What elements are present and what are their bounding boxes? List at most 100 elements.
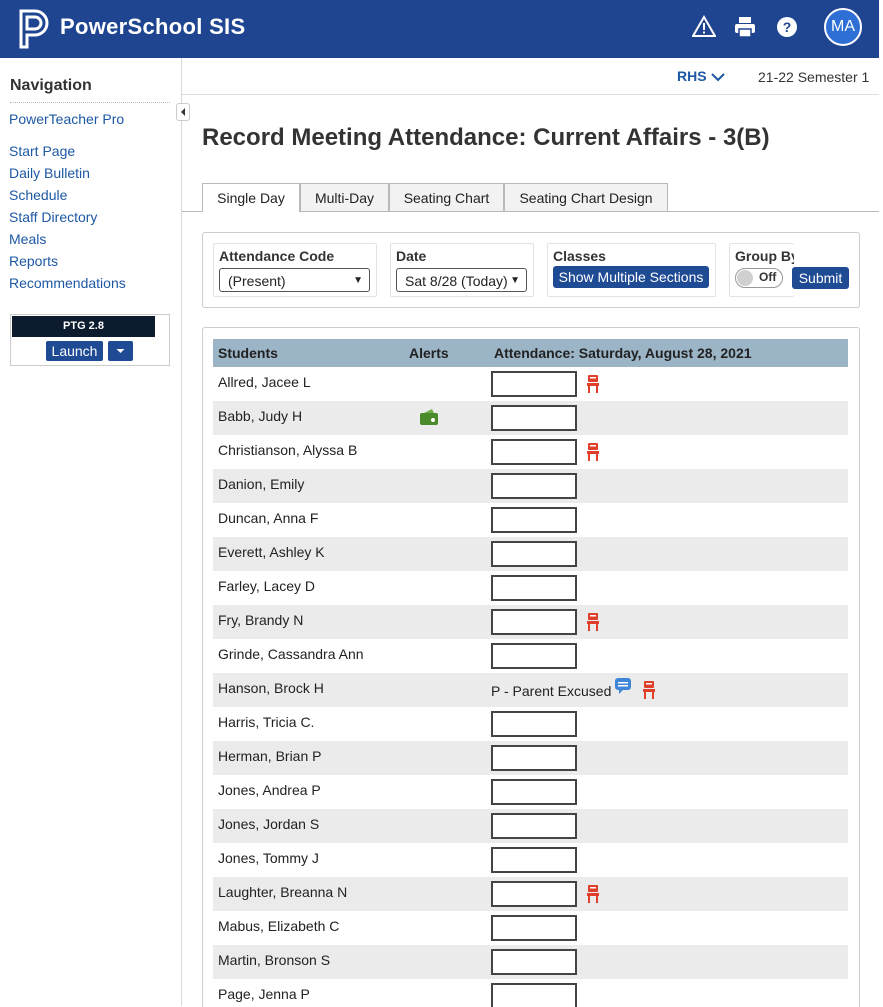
- student-name[interactable]: Grinde, Cassandra Ann: [218, 646, 364, 662]
- nav-link-powerteacher-pro[interactable]: PowerTeacher Pro: [9, 111, 124, 127]
- tab-seating-chart[interactable]: Seating Chart: [389, 183, 504, 211]
- term-label[interactable]: 21-22 Semester 1: [758, 69, 869, 85]
- attendance-code-group: Attendance Code (Present) ▼: [213, 243, 377, 297]
- ptg-title: PTG 2.8: [12, 316, 155, 337]
- student-name[interactable]: Fry, Brandy N: [218, 612, 303, 628]
- nav-link-meals[interactable]: Meals: [9, 231, 46, 247]
- attendance-input[interactable]: [491, 643, 577, 669]
- toggle-knob: [737, 270, 753, 286]
- attendance-input[interactable]: [491, 949, 577, 975]
- school-selector[interactable]: RHS: [677, 68, 726, 84]
- medical-alert-icon[interactable]: [420, 409, 438, 425]
- student-name[interactable]: Page, Jenna P: [218, 986, 310, 1002]
- attendance-input[interactable]: [491, 745, 577, 771]
- table-row: Jones, Andrea P: [213, 775, 848, 809]
- student-name[interactable]: Laughter, Breanna N: [218, 884, 347, 900]
- nav-link-daily-bulletin[interactable]: Daily Bulletin: [9, 165, 90, 181]
- attendance-input[interactable]: [491, 779, 577, 805]
- student-name[interactable]: Herman, Brian P: [218, 748, 321, 764]
- seating-chart-icon[interactable]: [586, 374, 600, 394]
- group-by-toggle[interactable]: Off: [735, 268, 783, 288]
- date-label: Date: [396, 248, 427, 264]
- student-name[interactable]: Hanson, Brock H: [218, 680, 324, 696]
- table-row: Herman, Brian P: [213, 741, 848, 775]
- tab-seating-chart-design[interactable]: Seating Chart Design: [504, 183, 668, 211]
- date-select[interactable]: Sat 8/28 (Today) ▼: [396, 268, 527, 292]
- table-row: Laughter, Breanna N: [213, 877, 848, 911]
- student-name[interactable]: Everett, Ashley K: [218, 544, 325, 560]
- attendance-input[interactable]: [491, 541, 577, 567]
- attendance-input[interactable]: [491, 439, 577, 465]
- nav-link-staff-directory[interactable]: Staff Directory: [9, 209, 97, 225]
- ptg-dropdown-button[interactable]: [108, 341, 133, 361]
- student-name[interactable]: Jones, Tommy J: [218, 850, 319, 866]
- attendance-input[interactable]: [491, 371, 577, 397]
- attendance-input[interactable]: [491, 575, 577, 601]
- nav-link-start-page[interactable]: Start Page: [9, 143, 75, 159]
- attendance-table: Students Alerts Attendance: Saturday, Au…: [202, 327, 860, 1007]
- student-name[interactable]: Jones, Jordan S: [218, 816, 319, 832]
- comment-icon[interactable]: [615, 678, 631, 694]
- nav-link-recommendations[interactable]: Recommendations: [9, 275, 126, 291]
- attendance-input[interactable]: [491, 983, 577, 1007]
- submit-button[interactable]: Submit: [792, 267, 849, 289]
- print-icon[interactable]: [733, 15, 757, 39]
- student-name[interactable]: Martin, Bronson S: [218, 952, 330, 968]
- table-row: Christianson, Alyssa B: [213, 435, 848, 469]
- column-header-students[interactable]: Students: [218, 345, 278, 361]
- attendance-code-select[interactable]: (Present) ▼: [219, 268, 370, 292]
- table-row: Fry, Brandy N: [213, 605, 848, 639]
- nav-link-schedule[interactable]: Schedule: [9, 187, 67, 203]
- student-name[interactable]: Jones, Andrea P: [218, 782, 321, 798]
- student-name[interactable]: Allred, Jacee L: [218, 374, 311, 390]
- ptg-launch-button[interactable]: Launch: [46, 341, 103, 361]
- student-name[interactable]: Mabus, Elizabeth C: [218, 918, 339, 934]
- attendance-code-text[interactable]: P - Parent Excused: [491, 683, 611, 699]
- table-row: Mabus, Elizabeth C: [213, 911, 848, 945]
- attendance-input[interactable]: [491, 609, 577, 635]
- sidebar: Navigation PowerTeacher Pro Start Page D…: [0, 58, 182, 1006]
- table-row: Jones, Tommy J: [213, 843, 848, 877]
- show-multiple-sections-button[interactable]: Show Multiple Sections: [553, 266, 709, 288]
- tab-single-day[interactable]: Single Day: [202, 183, 300, 212]
- group-by-group: Group By Off: [729, 243, 794, 297]
- seating-chart-icon[interactable]: [586, 884, 600, 904]
- attendance-input[interactable]: [491, 881, 577, 907]
- attendance-input[interactable]: [491, 473, 577, 499]
- page-title: Record Meeting Attendance: Current Affai…: [202, 124, 770, 151]
- help-icon[interactable]: ?: [775, 15, 799, 39]
- student-name[interactable]: Danion, Emily: [218, 476, 304, 492]
- table-row: Jones, Jordan S: [213, 809, 848, 843]
- attendance-input[interactable]: [491, 507, 577, 533]
- user-avatar[interactable]: MA: [824, 8, 862, 46]
- powerschool-logo[interactable]: [17, 9, 51, 49]
- student-name[interactable]: Christianson, Alyssa B: [218, 442, 357, 458]
- date-group: Date Sat 8/28 (Today) ▼: [390, 243, 534, 297]
- student-name[interactable]: Farley, Lacey D: [218, 578, 315, 594]
- filter-panel: Attendance Code (Present) ▼ Date Sat 8/2…: [202, 232, 860, 308]
- attendance-input[interactable]: [491, 405, 577, 431]
- sidebar-collapse-toggle[interactable]: [176, 103, 190, 121]
- navigation-divider: [10, 102, 170, 103]
- select-arrow-icon: ▼: [510, 275, 520, 286]
- student-name[interactable]: Duncan, Anna F: [218, 510, 318, 526]
- nav-link-reports[interactable]: Reports: [9, 253, 58, 269]
- attendance-input[interactable]: [491, 915, 577, 941]
- toggle-state-label: Off: [759, 270, 777, 284]
- warning-icon[interactable]: [692, 15, 716, 39]
- classes-label: Classes: [553, 248, 606, 264]
- table-row: Martin, Bronson S: [213, 945, 848, 979]
- attendance-input[interactable]: [491, 711, 577, 737]
- active-tab-connector: [203, 210, 299, 213]
- table-row: Allred, Jacee L: [213, 367, 848, 401]
- seating-chart-icon[interactable]: [586, 442, 600, 462]
- seating-chart-icon[interactable]: [642, 680, 656, 700]
- student-name[interactable]: Harris, Tricia C.: [218, 714, 314, 730]
- attendance-input[interactable]: [491, 847, 577, 873]
- student-name[interactable]: Babb, Judy H: [218, 408, 302, 424]
- tab-multi-day[interactable]: Multi-Day: [300, 183, 389, 211]
- table-row: Harris, Tricia C.: [213, 707, 848, 741]
- attendance-input[interactable]: [491, 813, 577, 839]
- attendance-code-value: (Present): [228, 273, 286, 289]
- seating-chart-icon[interactable]: [586, 612, 600, 632]
